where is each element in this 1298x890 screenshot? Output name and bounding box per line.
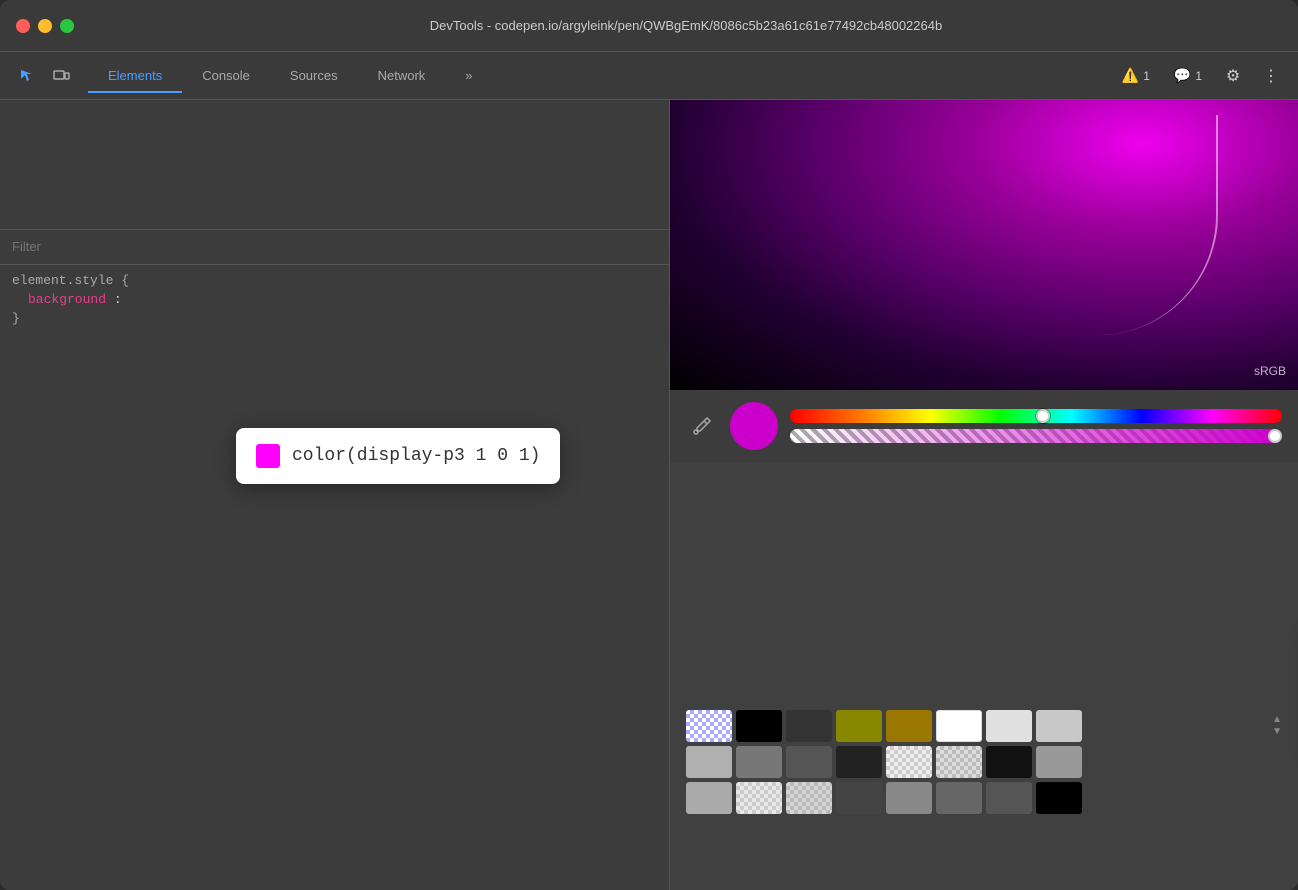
css-content: element.style { background : color(displ… (0, 265, 669, 338)
swatch-checker-1[interactable] (886, 746, 932, 778)
chat-badge-button[interactable]: 💬 1 (1166, 63, 1210, 88)
color-swatch-tooltip[interactable] (256, 444, 280, 468)
toolbar-icons (12, 61, 76, 91)
color-preview-circle[interactable] (730, 402, 778, 450)
sliders-area (790, 409, 1282, 443)
swatch-checker-4[interactable] (786, 782, 832, 814)
swatch-white[interactable] (936, 710, 982, 742)
gamut-boundary-line (1038, 115, 1218, 335)
swatch-gray-3[interactable] (786, 746, 832, 778)
css-selector: element.style { (12, 273, 129, 288)
srgb-label: sRGB (1254, 364, 1286, 378)
settings-button[interactable]: ⚙ (1218, 61, 1248, 91)
html-panel (0, 100, 669, 230)
swatch-checker-3[interactable] (736, 782, 782, 814)
filter-bar (0, 230, 669, 265)
swatch-olive[interactable] (836, 710, 882, 742)
css-property-line: background : color(display-p3 1 0 1); (12, 292, 657, 307)
right-panel: sRGB (670, 100, 1298, 890)
more-options-button[interactable]: ⋮ (1256, 61, 1286, 91)
swatch-black[interactable] (736, 710, 782, 742)
color-gradient[interactable]: sRGB (670, 100, 1298, 390)
left-panel: element.style { background : color(displ… (0, 100, 670, 890)
css-value: : (114, 292, 130, 307)
warning-badge-button[interactable]: ⚠️ 1 (1114, 63, 1158, 88)
swatch-checker-2[interactable] (936, 746, 982, 778)
swatch-scroll-down[interactable]: ▼ (1272, 727, 1282, 737)
swatch-checkered-blue[interactable] (686, 710, 732, 742)
hue-slider[interactable] (790, 409, 1282, 423)
swatch-gray-light[interactable] (686, 782, 732, 814)
devtools-window: DevTools - codepen.io/argyleink/pen/QWBg… (0, 0, 1298, 890)
swatch-mid-2[interactable] (886, 782, 932, 814)
gear-icon: ⚙ (1226, 66, 1240, 86)
swatch-mid-3[interactable] (936, 782, 982, 814)
color-tooltip: color(display-p3 1 0 1) (236, 428, 560, 484)
device-toolbar-button[interactable] (46, 61, 76, 91)
swatch-gray-2[interactable] (736, 746, 782, 778)
swatch-dark-3[interactable] (986, 782, 1032, 814)
alpha-slider[interactable] (790, 429, 1282, 443)
css-rule: element.style { (12, 273, 657, 288)
main-content: element.style { background : color(displ… (0, 100, 1298, 890)
window-title: DevTools - codepen.io/argyleink/pen/QWBg… (90, 18, 1282, 33)
alpha-thumb[interactable] (1268, 429, 1282, 443)
swatch-gray-4[interactable] (836, 746, 882, 778)
title-bar: DevTools - codepen.io/argyleink/pen/QWBg… (0, 0, 1298, 52)
swatch-row-2 (686, 746, 1282, 778)
devtools-toolbar: Elements Console Sources Network » ⚠️ 1 … (0, 52, 1298, 100)
chat-icon: 💬 (1174, 67, 1191, 84)
swatch-row-3 (686, 782, 1282, 814)
color-tooltip-text: color(display-p3 1 0 1) (292, 446, 540, 466)
tab-elements[interactable]: Elements (88, 60, 182, 93)
filter-input[interactable] (12, 239, 657, 254)
swatch-mid-gray[interactable] (1036, 746, 1082, 778)
tab-more[interactable]: » (445, 60, 492, 93)
tab-network[interactable]: Network (358, 60, 446, 93)
toolbar-right: ⚠️ 1 💬 1 ⚙ ⋮ (1114, 61, 1286, 91)
swatch-row-1: ▲ ▼ (686, 710, 1282, 742)
inspect-element-button[interactable] (12, 61, 42, 91)
minimize-button[interactable] (38, 19, 52, 33)
swatch-black-2[interactable] (1036, 782, 1082, 814)
eyedropper-button[interactable] (686, 410, 718, 442)
tab-console[interactable]: Console (182, 60, 270, 93)
main-tabs: Elements Console Sources Network » (88, 60, 1110, 91)
swatches-area: ▲ ▼ (670, 702, 1298, 890)
close-button[interactable] (16, 19, 30, 33)
warning-icon: ⚠️ (1122, 67, 1139, 84)
swatch-near-black[interactable] (986, 746, 1032, 778)
color-controls (670, 390, 1298, 462)
swatch-dark-yellow[interactable] (886, 710, 932, 742)
gradient-inner: sRGB (670, 100, 1298, 390)
css-property[interactable]: background (28, 292, 106, 307)
swatch-scroll-up[interactable]: ▲ (1272, 715, 1282, 725)
swatch-dark-gray[interactable] (786, 710, 832, 742)
traffic-lights (16, 19, 74, 33)
swatch-scroll-buttons: ▲ ▼ (1272, 715, 1282, 737)
swatch-gray-1[interactable] (686, 746, 732, 778)
swatch-dark-2[interactable] (836, 782, 882, 814)
vertical-dots-icon: ⋮ (1263, 66, 1279, 86)
tab-sources[interactable]: Sources (270, 60, 358, 93)
swatch-light-gray-2[interactable] (1036, 710, 1082, 742)
css-panel: element.style { background : color(displ… (0, 230, 669, 890)
maximize-button[interactable] (60, 19, 74, 33)
swatch-light-gray-1[interactable] (986, 710, 1032, 742)
css-close-brace: } (12, 311, 657, 326)
hue-thumb[interactable] (1036, 409, 1050, 423)
